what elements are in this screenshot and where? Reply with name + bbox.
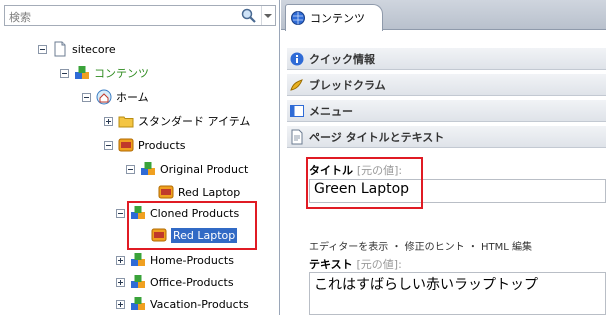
- collapse-toggle[interactable]: [104, 140, 113, 150]
- section-label: メニュー: [309, 104, 353, 118]
- expand-toggle[interactable]: [116, 277, 125, 287]
- tree-item-label: ホーム: [116, 91, 149, 104]
- search-icon[interactable]: [241, 8, 257, 24]
- content-cubes-icon: [131, 275, 145, 288]
- tree-item-label: Original Product: [160, 162, 249, 176]
- tree-item-home-products[interactable]: Home-Products: [116, 250, 234, 270]
- breadcrumb-icon: [290, 78, 303, 91]
- section-label: ブレッドクラム: [309, 78, 386, 92]
- collapse-toggle[interactable]: [38, 44, 47, 54]
- page-title-fields: タイトル [元の値]: Green Laptop エディターを表示 ・ 修正のヒ…: [287, 148, 606, 315]
- tree-item-label: Vacation-Products: [150, 297, 249, 311]
- menu-icon: [290, 104, 304, 117]
- tree-item-products[interactable]: Products: [104, 135, 186, 155]
- globe-icon: [291, 11, 305, 25]
- content-cubes-icon: [75, 66, 89, 79]
- tree-item-home[interactable]: ホーム: [82, 87, 149, 107]
- tab-label: コンテンツ: [310, 12, 365, 25]
- section-label: ページ タイトルとテキスト: [309, 130, 445, 144]
- content-cubes-icon: [131, 253, 145, 266]
- editor-links[interactable]: エディターを表示 ・ 修正のヒント ・ HTML 編集: [309, 238, 532, 253]
- document-icon: [54, 41, 66, 57]
- info-icon: [290, 52, 304, 65]
- content-editor-panel: コンテンツ クイック情報 ブレッドクラム メニュー ページ タイトルとテキスト: [281, 0, 606, 315]
- collapse-toggle[interactable]: [126, 164, 135, 174]
- highlight-box: [127, 201, 257, 250]
- tab-content[interactable]: コンテンツ: [285, 4, 383, 31]
- original-value-link[interactable]: [元の値]:: [357, 258, 402, 271]
- tree-item-standard-items[interactable]: スタンダード アイテム: [104, 111, 250, 131]
- tree-item-original-product[interactable]: Original Product: [126, 159, 248, 179]
- content-cubes-icon: [141, 162, 155, 175]
- home-icon: [96, 89, 112, 105]
- product-box-icon: [118, 138, 134, 152]
- tree-item-label: Home-Products: [150, 253, 234, 267]
- tab-bar: コンテンツ: [281, 0, 606, 31]
- tree-item-content[interactable]: コンテンツ: [60, 63, 149, 83]
- section-quick-info[interactable]: クイック情報: [287, 48, 606, 70]
- text-label-text: テキスト: [309, 258, 353, 271]
- section-page-title-text[interactable]: ページ タイトルとテキスト: [287, 126, 606, 148]
- text-input-value: これはすばらしい赤いラップトップ: [314, 277, 538, 293]
- tree-item-label: スタンダード アイテム: [138, 115, 251, 128]
- section-menu[interactable]: メニュー: [287, 100, 606, 122]
- collapse-toggle[interactable]: [116, 208, 125, 218]
- highlight-box: [306, 157, 423, 209]
- content-cubes-icon: [131, 297, 145, 310]
- content-tree-panel: 検索 sitecore コンテンツ ホーム スタンダード アイテム Produc…: [0, 0, 280, 315]
- tree-item-office-products[interactable]: Office-Products: [116, 272, 234, 292]
- tree-item-sitecore[interactable]: sitecore: [38, 39, 116, 59]
- collapse-toggle[interactable]: [82, 92, 91, 102]
- section-breadcrumb[interactable]: ブレッドクラム: [287, 74, 606, 96]
- search-dropdown-button[interactable]: [261, 6, 273, 25]
- tree-item-vacation-products[interactable]: Vacation-Products: [116, 294, 249, 314]
- search-box[interactable]: 検索: [4, 5, 276, 26]
- expand-toggle[interactable]: [104, 116, 113, 126]
- expand-toggle[interactable]: [116, 299, 125, 309]
- tree-item-label: Office-Products: [150, 275, 234, 289]
- page-icon: [291, 129, 303, 144]
- search-input[interactable]: 検索: [9, 9, 31, 25]
- product-box-icon: [158, 185, 174, 199]
- folder-icon: [118, 116, 134, 128]
- expand-toggle[interactable]: [116, 255, 125, 265]
- tree-item-label: Products: [138, 138, 186, 152]
- collapse-toggle[interactable]: [60, 68, 69, 78]
- text-input[interactable]: これはすばらしい赤いラップトップ: [309, 272, 606, 315]
- text-field-label: テキスト [元の値]:: [309, 256, 402, 272]
- tree-item-red-laptop-original[interactable]: Red Laptop: [158, 182, 240, 202]
- tree-item-label: コンテンツ: [94, 67, 149, 80]
- tree-item-label: Red Laptop: [178, 185, 241, 199]
- tree-item-label: sitecore: [72, 42, 116, 56]
- section-label: クイック情報: [309, 52, 375, 66]
